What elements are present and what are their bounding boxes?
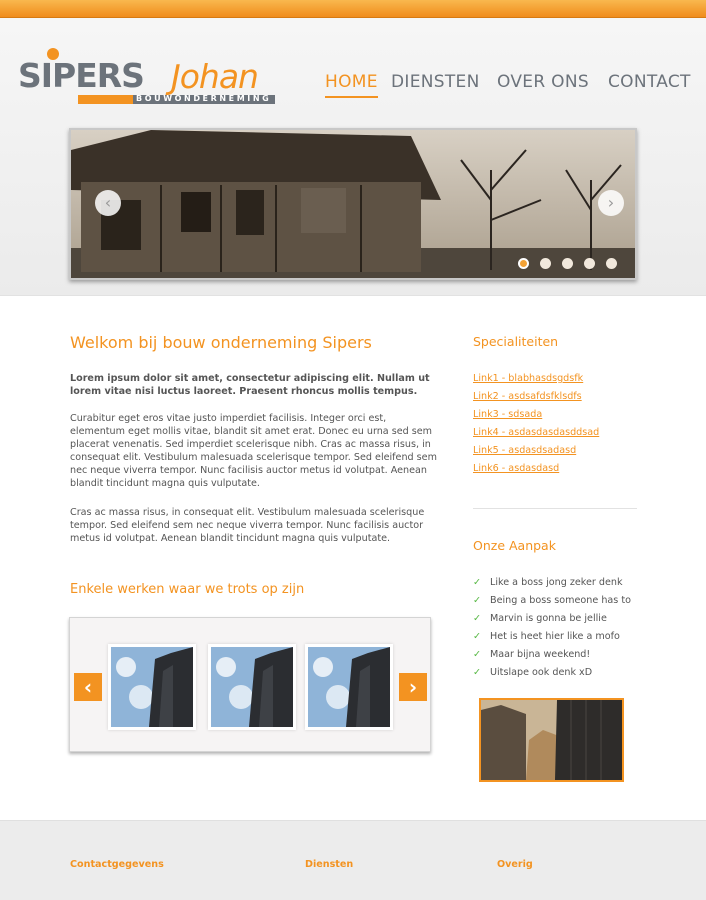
nav-over-ons[interactable]: OVER ONS — [497, 72, 589, 98]
checklist-item: ✓ Marvin is gonna be jellie — [473, 613, 607, 624]
nav-home[interactable]: HOME — [325, 72, 378, 98]
carousel-prev-button[interactable]: ‹ — [74, 673, 102, 701]
checklist-item: ✓ Maar bijna weekend! — [473, 649, 591, 660]
checklist-item: ✓ Like a boss jong zeker denk — [473, 577, 623, 588]
logo-subtitle: BOUWONDERNEMING — [136, 94, 272, 103]
slider-dot-2[interactable] — [540, 258, 551, 269]
checklist-item: ✓ Het is heet hier like a mofo — [473, 631, 620, 642]
checkmark-icon: ✓ — [473, 631, 482, 642]
footer-contact-heading: Contactgegevens — [70, 859, 164, 870]
logo-accent-bar — [78, 95, 133, 104]
sidebar-divider — [473, 508, 637, 509]
work-thumbnail[interactable] — [108, 644, 196, 730]
slider-next-button[interactable]: › — [598, 190, 624, 216]
work-thumbnail[interactable] — [305, 644, 393, 730]
works-carousel: ‹ › — [69, 617, 431, 752]
intro-text: Lorem ipsum dolor sit amet, consectetur … — [70, 373, 430, 397]
work-thumbnail[interactable] — [208, 644, 296, 730]
checkmark-icon: ✓ — [473, 595, 482, 606]
building-photo — [308, 647, 390, 727]
slider-dot-3[interactable] — [562, 258, 573, 269]
page-title: Welkom bij bouw onderneming Sipers — [70, 333, 372, 352]
paragraph-1: Curabitur eget eros vitae justo imperdie… — [70, 413, 437, 489]
nav-diensten[interactable]: DIENSTEN — [391, 72, 480, 98]
logo-dot — [47, 48, 59, 60]
logo-name: Johan — [171, 57, 259, 96]
slider-dot-5[interactable] — [606, 258, 617, 269]
carousel-next-button[interactable]: › — [399, 673, 427, 701]
checkmark-icon: ✓ — [473, 649, 482, 660]
buildings-image — [481, 700, 622, 780]
paragraph-2: Cras ac massa risus, in consequat elit. … — [70, 507, 425, 544]
top-accent-bar — [0, 0, 706, 18]
logo[interactable]: SIPERS Johan BOUWONDERNEMING — [18, 48, 280, 110]
building-photo — [211, 647, 293, 727]
specialty-link[interactable]: Link1 - blabhasdsgdsfk — [473, 373, 583, 384]
logo-brand: SIPERS — [18, 56, 145, 95]
checkmark-icon: ✓ — [473, 613, 482, 624]
approach-title: Onze Aanpak — [473, 538, 556, 553]
building-photo — [111, 647, 193, 727]
checkmark-icon: ✓ — [473, 667, 482, 678]
footer-other-heading: Overig — [497, 859, 533, 870]
checklist-item: ✓ Uitslape ook denk xD — [473, 667, 593, 678]
slider-dot-4[interactable] — [584, 258, 595, 269]
works-title: Enkele werken waar we trots op zijn — [70, 582, 305, 597]
hero-slider: ‹ › — [69, 128, 637, 280]
slider-prev-button[interactable]: ‹ — [95, 190, 121, 216]
specialties-title: Specialiteiten — [473, 334, 559, 349]
specialty-link[interactable]: Link5 - asdasdsadasd — [473, 445, 576, 456]
checklist-item: ✓ Being a boss someone has to — [473, 595, 631, 606]
nav-contact[interactable]: CONTACT — [608, 72, 691, 98]
checkmark-icon: ✓ — [473, 577, 482, 588]
footer-services-heading: Diensten — [305, 859, 354, 870]
specialty-link[interactable]: Link3 - sdsada — [473, 409, 542, 420]
specialty-link[interactable]: Link6 - asdasdasd — [473, 463, 559, 474]
specialty-link[interactable]: Link2 - asdsafdsfklsdfs — [473, 391, 582, 402]
slider-image — [71, 130, 635, 278]
specialty-link[interactable]: Link4 - asdasdasdasddsad — [473, 427, 599, 438]
slider-dot-1[interactable] — [518, 258, 529, 269]
sidebar-building-photo[interactable] — [479, 698, 624, 782]
